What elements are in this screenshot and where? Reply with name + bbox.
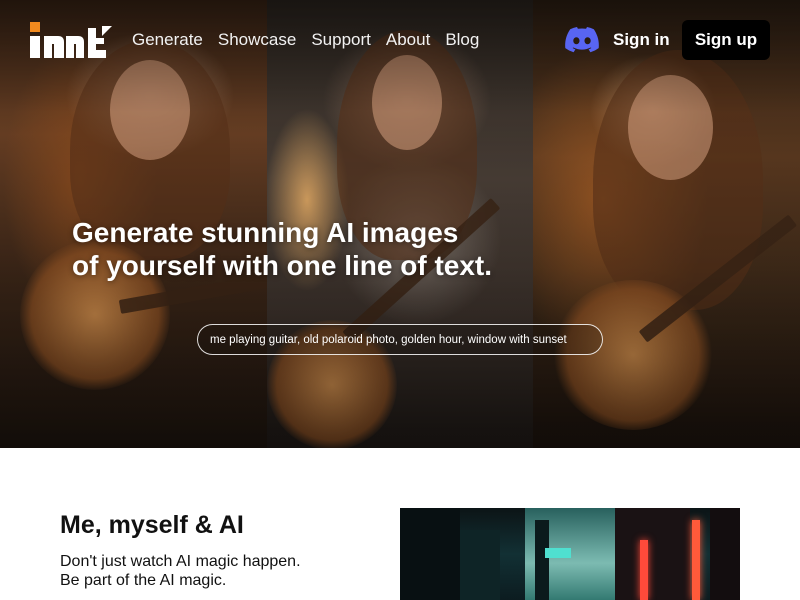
section-description-line-1: Don't just watch AI magic happen. [60, 553, 301, 570]
nav-link-blog[interactable]: Blog [445, 30, 479, 50]
prompt-input[interactable] [197, 324, 603, 355]
discord-icon[interactable] [565, 27, 599, 53]
section-title: Me, myself & AI [60, 511, 244, 539]
section-description: Don't just watch AI magic happen. Be par… [60, 552, 360, 590]
nav-link-about[interactable]: About [386, 30, 430, 50]
nav-links: Generate Showcase Support About Blog [132, 30, 479, 50]
nav-link-showcase[interactable]: Showcase [218, 30, 296, 50]
hero-headline-line-1: Generate stunning AI images [72, 217, 459, 248]
sign-up-button[interactable]: Sign up [682, 20, 770, 60]
nav-link-generate[interactable]: Generate [132, 30, 203, 50]
hero-headline-line-2: of yourself with one line of text. [72, 250, 493, 281]
hero-headline: Generate stunning AI images of yourself … [72, 216, 592, 282]
top-navigation: me Generate Showcase Support About Blog … [0, 0, 800, 80]
section-description-line-2: Be part of the AI magic. [60, 572, 227, 589]
sign-in-button[interactable]: Sign in [613, 30, 670, 50]
showcase-image [400, 508, 740, 600]
nav-link-support[interactable]: Support [311, 30, 371, 50]
logo[interactable] [30, 22, 112, 58]
